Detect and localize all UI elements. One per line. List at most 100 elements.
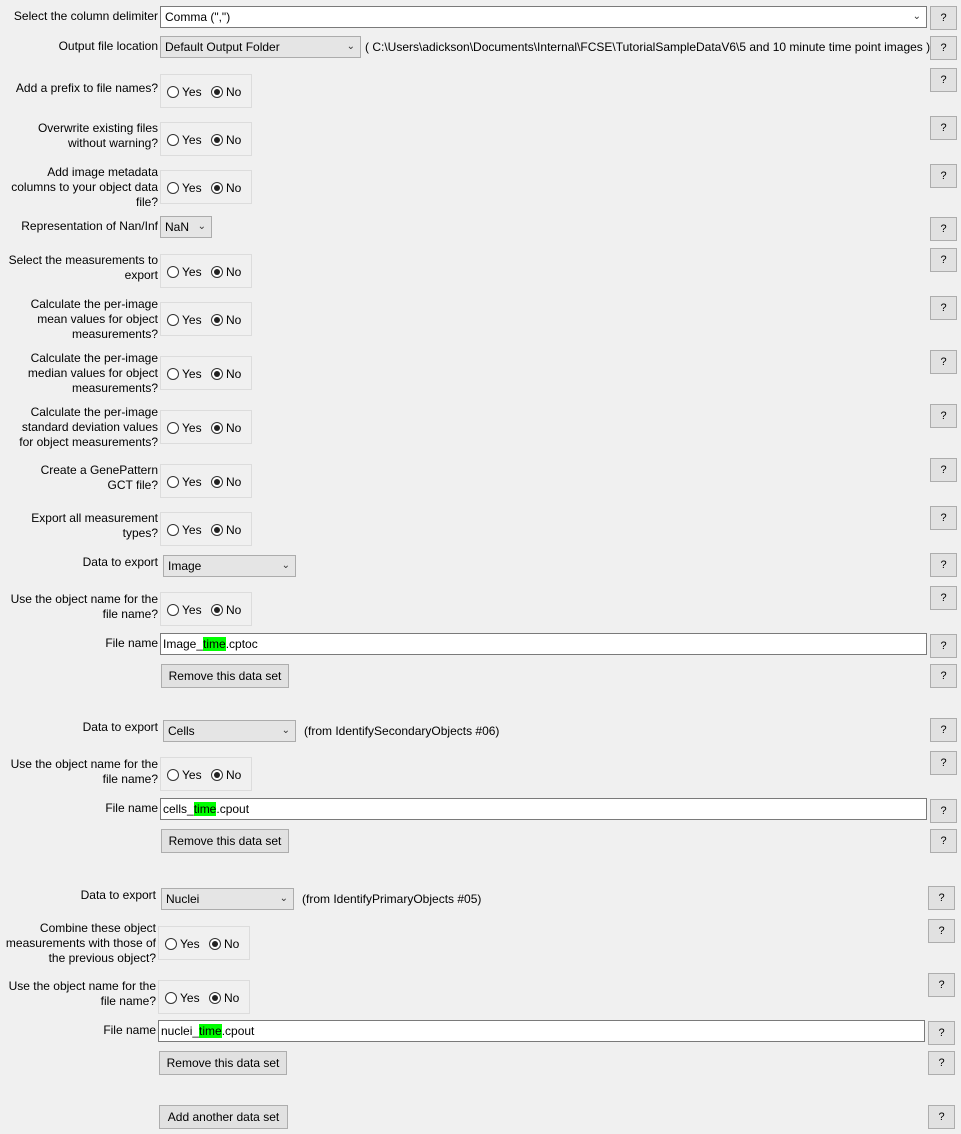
help-button-file-name[interactable]: ? <box>930 799 957 823</box>
radio-circle <box>167 368 179 380</box>
help-button-nan-rep[interactable]: ? <box>930 217 957 241</box>
chevron-down-icon: ⌄ <box>197 221 206 232</box>
radio-no[interactable]: No <box>211 767 241 783</box>
radio-yes-label: Yes <box>182 768 202 782</box>
help-button-data-to-export[interactable]: ? <box>930 553 957 577</box>
radio-no[interactable]: No <box>211 312 241 328</box>
use-name-label: Use the object name for the file name? <box>10 757 158 786</box>
radio-no[interactable]: No <box>211 264 241 280</box>
radio-yes-label: Yes <box>182 265 202 279</box>
file-name-suffix: .cpout <box>221 1024 255 1038</box>
help-button-combine[interactable]: ? <box>928 919 955 943</box>
file-name-label: File name <box>105 801 158 815</box>
radio-yes[interactable]: Yes <box>167 522 202 538</box>
radio-no[interactable]: No <box>209 936 239 952</box>
help-button-output-location[interactable]: ? <box>930 36 957 60</box>
help-button-per-image-mean-row[interactable]: ? <box>930 296 957 320</box>
help-button-gct-row[interactable]: ? <box>930 458 957 482</box>
radio-yes[interactable]: Yes <box>167 767 202 783</box>
help-button-file-name[interactable]: ? <box>928 1021 955 1045</box>
help-button-export-all-row[interactable]: ? <box>930 506 957 530</box>
help-button-select-measurements-row[interactable]: ? <box>930 248 957 272</box>
help-button-remove[interactable]: ? <box>930 664 957 688</box>
remove-data-set-button[interactable]: Remove this data set <box>159 1051 287 1075</box>
metadata-row-label: Add image metadata columns to your objec… <box>11 165 158 209</box>
combine-radio-group: Yes No <box>158 926 250 960</box>
output-location-select[interactable]: Default Output Folder ⌄ <box>160 36 361 58</box>
radio-no[interactable]: No <box>211 366 241 382</box>
help-button-use-name[interactable]: ? <box>930 751 957 775</box>
radio-no-label: No <box>226 421 242 435</box>
radio-yes[interactable]: Yes <box>167 84 202 100</box>
radio-no[interactable]: No <box>211 180 241 196</box>
radio-no[interactable]: No <box>211 132 241 148</box>
file-name-prefix: nuclei_ <box>161 1024 200 1038</box>
help-button-prefix-row[interactable]: ? <box>930 68 957 92</box>
data-to-export-select[interactable]: Cells ⌄ <box>163 720 296 742</box>
file-name-input[interactable]: nuclei_time.cpout <box>158 1020 925 1042</box>
chevron-down-icon: ⌄ <box>281 725 290 736</box>
radio-no-label: No <box>224 937 240 951</box>
help-button-metadata-row[interactable]: ? <box>930 164 957 188</box>
remove-data-set-button[interactable]: Remove this data set <box>161 664 289 688</box>
radio-no-label: No <box>226 768 242 782</box>
radio-yes[interactable]: Yes <box>167 602 202 618</box>
radio-circle-selected <box>211 134 223 146</box>
output-location-label: Output file location <box>58 39 158 53</box>
radio-no[interactable]: No <box>211 522 241 538</box>
radio-no-label: No <box>226 265 242 279</box>
radio-circle-selected <box>211 182 223 194</box>
add-data-set-button[interactable]: Add another data set <box>159 1105 288 1129</box>
file-name-input[interactable]: cells_time.cpout <box>160 798 927 820</box>
radio-no[interactable]: No <box>211 602 241 618</box>
radio-circle <box>167 422 179 434</box>
file-name-input[interactable]: Image_time.cptoc <box>160 633 927 655</box>
data-to-export-select[interactable]: Image ⌄ <box>163 555 296 577</box>
help-button-per-image-std-row[interactable]: ? <box>930 404 957 428</box>
help-button-delimiter[interactable]: ? <box>930 6 957 30</box>
radio-yes-label: Yes <box>182 313 202 327</box>
help-button-remove[interactable]: ? <box>928 1051 955 1075</box>
file-name-suffix: .cpout <box>216 802 250 816</box>
radio-yes[interactable]: Yes <box>167 420 202 436</box>
help-button-data-to-export[interactable]: ? <box>930 718 957 742</box>
help-button-use-name[interactable]: ? <box>930 586 957 610</box>
radio-yes-label: Yes <box>180 937 200 951</box>
radio-yes[interactable]: Yes <box>167 366 202 382</box>
help-button-use-name[interactable]: ? <box>928 973 955 997</box>
radio-circle-selected <box>211 422 223 434</box>
prefix-row-label: Add a prefix to file names? <box>15 81 158 95</box>
help-button-per-image-median-row[interactable]: ? <box>930 350 957 374</box>
radio-no-label: No <box>226 85 242 99</box>
nan-rep-select[interactable]: NaN ⌄ <box>160 216 212 238</box>
select-measurements-row-radio-group: Yes No <box>160 254 252 288</box>
radio-yes[interactable]: Yes <box>167 474 202 490</box>
data-to-export-select[interactable]: Nuclei ⌄ <box>161 888 294 910</box>
help-button-data-to-export[interactable]: ? <box>928 886 955 910</box>
radio-no[interactable]: No <box>211 420 241 436</box>
combine-label: Combine these object measurements with t… <box>5 921 156 965</box>
radio-yes[interactable]: Yes <box>165 936 200 952</box>
radio-circle-selected <box>211 524 223 536</box>
radio-no[interactable]: No <box>209 990 239 1006</box>
radio-yes[interactable]: Yes <box>165 990 200 1006</box>
radio-circle <box>167 314 179 326</box>
radio-yes[interactable]: Yes <box>167 264 202 280</box>
radio-circle <box>167 769 179 781</box>
radio-no[interactable]: No <box>211 474 241 490</box>
help-button-file-name[interactable]: ? <box>930 634 957 658</box>
delimiter-select[interactable]: Comma (",") ⌄ <box>160 6 927 28</box>
radio-yes[interactable]: Yes <box>167 180 202 196</box>
radio-no-label: No <box>224 991 240 1005</box>
remove-data-set-button[interactable]: Remove this data set <box>161 829 289 853</box>
radio-no[interactable]: No <box>211 84 241 100</box>
nan-rep-value: NaN <box>165 220 190 234</box>
use-name-radio-group: Yes No <box>158 980 250 1014</box>
radio-yes[interactable]: Yes <box>167 312 202 328</box>
per-image-median-row-radio-group: Yes No <box>160 356 252 390</box>
data-to-export-label: Data to export <box>80 888 156 902</box>
radio-yes[interactable]: Yes <box>167 132 202 148</box>
help-button-remove[interactable]: ? <box>930 829 957 853</box>
help-button-overwrite-row[interactable]: ? <box>930 116 957 140</box>
help-button-add-data-set[interactable]: ? <box>928 1105 955 1129</box>
